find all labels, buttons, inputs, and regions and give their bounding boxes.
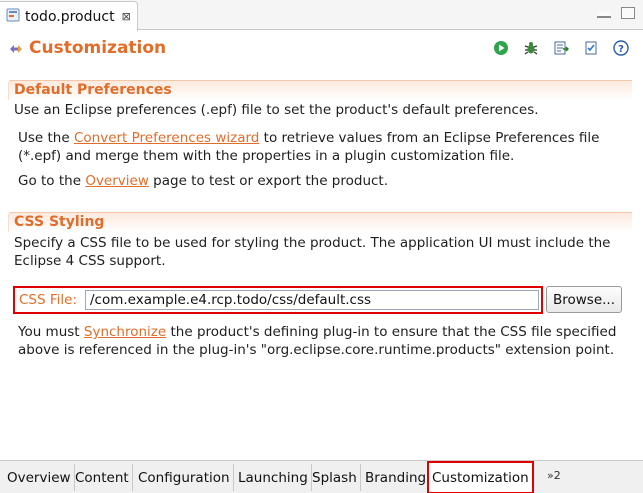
css-styling-description: Specify a CSS file to be used for stylin… [14,235,611,269]
editor-tab-strip: todo.product ⊠ [0,0,643,31]
synchronize-link[interactable]: Synchronize [84,324,166,340]
section-title: Default Preferences [14,82,172,98]
window-controls [597,7,635,19]
css-file-row: CSS File: /com.example.e4.rcp.todo/css/d… [13,286,543,314]
form-header: Customization ? [0,31,643,67]
section-title: CSS Styling [14,214,105,230]
tab-content[interactable]: Content [72,464,133,491]
section-header: CSS Styling [8,212,632,232]
tab-overview[interactable]: Overview [4,464,75,491]
minimize-button[interactable] [597,12,611,18]
overview-link[interactable]: Overview [85,173,149,189]
close-icon[interactable]: ⊠ [122,10,131,23]
svg-text:?: ? [618,44,624,55]
maximize-button[interactable] [621,7,635,19]
tab-branding[interactable]: Branding [362,464,431,491]
editor-tab-label: todo.product [25,8,115,25]
overview-text: Go to the Overview page to test or expor… [18,172,618,190]
page-tabs: Overview Content Configuration Launching… [0,460,643,493]
browse-button[interactable]: Browse... [546,286,622,313]
text-segment: You must [18,324,84,340]
text-segment: Use the [18,130,74,146]
tab-splash[interactable]: Splash [309,464,361,491]
run-icon[interactable] [490,39,511,57]
text-segment: page to test or export the product. [148,173,389,189]
section-header: Default Preferences [8,80,632,100]
text-segment: Go to the [18,173,86,189]
default-prefs-description: Use an Eclipse preferences (.epf) file t… [14,102,539,118]
tab-launching[interactable]: Launching [235,464,312,491]
synchronize-text: You must Synchronize the product's defin… [18,323,622,359]
css-file-label: CSS File: [19,292,77,308]
more-tabs-indicator[interactable]: »2 [547,469,561,482]
product-file-icon [6,8,20,26]
convert-prefs-text: Use the Convert Preferences wizard to re… [18,129,618,165]
help-icon[interactable]: ? [610,39,631,57]
css-file-input[interactable]: /com.example.e4.rcp.todo/css/default.css [85,290,539,310]
tab-customization[interactable]: Customization [427,461,534,493]
validate-icon[interactable] [580,39,601,57]
css-styling-section: CSS Styling [8,212,632,232]
header-toolbar: ? [490,39,631,57]
editor-tab-todo-product[interactable]: todo.product ⊠ [0,1,138,31]
export-icon[interactable] [550,39,571,57]
tab-configuration[interactable]: Configuration [135,464,234,491]
debug-icon[interactable] [520,39,541,57]
customization-icon [8,42,24,56]
default-preferences-section: Default Preferences [8,80,632,100]
page-title: Customization [29,38,167,58]
convert-preferences-wizard-link[interactable]: Convert Preferences wizard [74,130,259,146]
